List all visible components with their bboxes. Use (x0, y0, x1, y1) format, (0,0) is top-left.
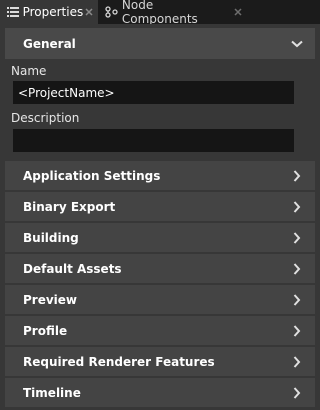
section-title: Building (23, 230, 79, 245)
chevron-right-icon (291, 169, 303, 182)
description-field[interactable] (13, 129, 294, 152)
section-header-building[interactable]: Building (5, 223, 315, 252)
section-title: Binary Export (23, 199, 116, 214)
chevron-right-icon (291, 386, 303, 399)
tab-bar: Properties Node Components (0, 0, 320, 26)
tab-label: Node Components (121, 0, 198, 26)
name-field[interactable]: <ProjectName> (13, 81, 294, 104)
section-title: General (23, 36, 76, 51)
tab-label: Properties (22, 5, 84, 19)
section-header-profile[interactable]: Profile (5, 316, 315, 345)
section-title: Default Assets (23, 261, 122, 276)
tab-node-components[interactable]: Node Components (98, 0, 248, 26)
section-title: Preview (23, 292, 78, 307)
section-header-application-settings[interactable]: Application Settings (5, 161, 315, 190)
chevron-right-icon (291, 231, 303, 244)
properties-panel: General Name <ProjectName> Description A… (0, 24, 320, 410)
chevron-right-icon (291, 200, 303, 213)
chevron-right-icon (291, 293, 303, 306)
section-header-default-assets[interactable]: Default Assets (5, 254, 315, 283)
chevron-right-icon (291, 324, 303, 337)
close-icon[interactable] (83, 6, 94, 18)
name-label: Name (11, 64, 47, 78)
node-components-icon (105, 5, 119, 19)
section-title: Profile (23, 323, 68, 338)
tab-properties[interactable]: Properties (0, 0, 98, 24)
description-label: Description (11, 111, 80, 125)
chevron-right-icon (291, 262, 303, 275)
section-title: Application Settings (23, 168, 161, 183)
section-header-binary-export[interactable]: Binary Export (5, 192, 315, 221)
chevron-down-icon (291, 38, 303, 50)
chevron-right-icon (291, 355, 303, 368)
close-icon[interactable] (232, 6, 244, 18)
section-header-required-renderer-features[interactable]: Required Renderer Features (5, 347, 315, 376)
section-title: Required Renderer Features (23, 354, 215, 369)
section-header-timeline[interactable]: Timeline (5, 378, 315, 407)
section-header-preview[interactable]: Preview (5, 285, 315, 314)
section-title: Timeline (23, 385, 81, 400)
section-header-general[interactable]: General (5, 28, 315, 59)
list-icon (7, 5, 20, 19)
